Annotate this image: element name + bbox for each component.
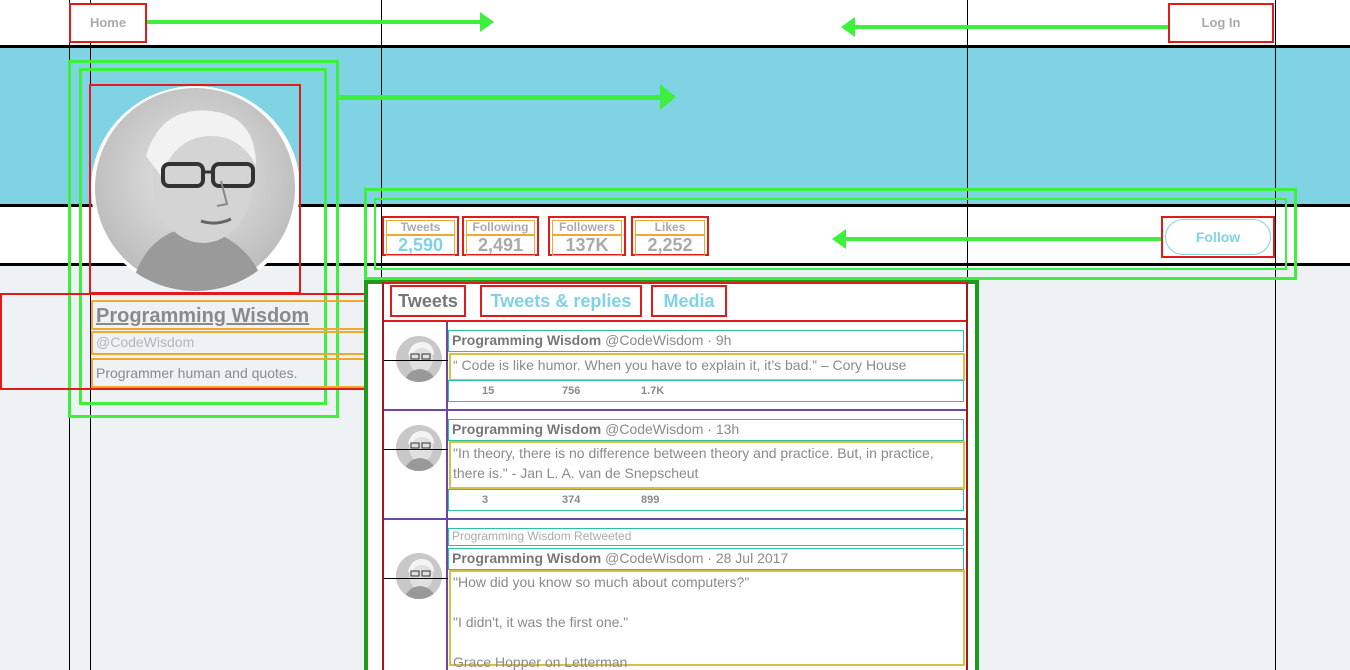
portrait-avatar-icon (396, 553, 442, 599)
stat-value: 2,590 (386, 235, 455, 256)
tweet-time[interactable]: · 28 Jul 2017 (707, 550, 788, 566)
reply-count[interactable]: 3 (482, 494, 488, 506)
stat-followers[interactable]: Followers 137K (548, 216, 626, 256)
tweet-author[interactable]: Programming Wisdom (452, 550, 601, 566)
arrow-head-right (480, 12, 494, 32)
tweet-header: Programming Wisdom @CodeWisdom · 28 Jul … (448, 548, 964, 570)
tweet-actions: 15 756 1.7K (448, 380, 964, 402)
stat-value: 2,252 (635, 235, 705, 256)
tab-tweets-replies[interactable]: Tweets & replies (480, 285, 642, 317)
retweet-note[interactable]: Programming Wisdom Retweeted (448, 528, 964, 546)
like-count[interactable]: 899 (641, 494, 659, 506)
arrow-head-left (841, 17, 855, 37)
tweet-text: "In theory, there is no difference betwe… (449, 441, 965, 489)
retweet-count[interactable]: 756 (562, 385, 580, 397)
stat-label: Following (466, 220, 535, 235)
reply-count[interactable]: 15 (482, 385, 494, 397)
annotation-arrow (147, 20, 482, 24)
tweet-actions: 3 374 899 (448, 489, 964, 511)
tweet-avatar-line (384, 360, 448, 361)
portrait-avatar-icon (396, 425, 442, 471)
stat-value: 2,491 (466, 235, 535, 256)
tweet-header: Programming Wisdom @CodeWisdom · 9h (448, 330, 964, 352)
tweet-handle[interactable]: @CodeWisdom (605, 421, 703, 437)
portrait-avatar-icon (396, 336, 442, 382)
stat-following[interactable]: Following 2,491 (462, 216, 539, 256)
follow-button[interactable]: Follow (1165, 219, 1271, 255)
arrow-head-right (660, 84, 676, 110)
tweet-header: Programming Wisdom @CodeWisdom · 13h (448, 419, 964, 441)
tweet-handle[interactable]: @CodeWisdom (605, 332, 703, 348)
stat-label: Followers (552, 220, 622, 235)
stat-value: 137K (552, 235, 622, 256)
retweet-count[interactable]: 374 (562, 494, 580, 506)
tweet-avatar[interactable] (396, 425, 442, 471)
stat-likes[interactable]: Likes 2,252 (631, 216, 709, 256)
divider-top (0, 45, 1350, 48)
tweet[interactable]: Programming Wisdom Retweeted Programming… (384, 520, 966, 670)
tweet-time[interactable]: · 13h (707, 421, 739, 437)
login-button[interactable]: Log In (1168, 3, 1274, 43)
stat-label: Tweets (386, 220, 455, 235)
tab-media[interactable]: Media (651, 285, 727, 317)
like-count[interactable]: 1.7K (641, 385, 664, 397)
profile-bio: Programmer human and quotes. (91, 358, 378, 388)
tweet[interactable]: Programming Wisdom @CodeWisdom · 13h "In… (384, 411, 966, 520)
tweet-avatar[interactable] (396, 336, 442, 382)
stat-tweets[interactable]: Tweets 2,590 (382, 216, 459, 256)
tweet-avatar-line (384, 449, 448, 450)
stat-label: Likes (635, 220, 705, 235)
tweet-text: “ Code is like humor. When you have to e… (449, 353, 965, 381)
profile-handle[interactable]: @CodeWisdom (91, 331, 378, 355)
tweet-author[interactable]: Programming Wisdom (452, 332, 601, 348)
home-link[interactable]: Home (69, 3, 147, 43)
tweet-avatar-line (384, 578, 448, 579)
tweet-author[interactable]: Programming Wisdom (452, 421, 601, 437)
tab-tweets[interactable]: Tweets (390, 285, 466, 317)
grid-line (1275, 0, 1276, 670)
tweet-time[interactable]: · 9h (707, 332, 731, 348)
profile-name[interactable]: Programming Wisdom (91, 300, 378, 330)
tweet[interactable]: Programming Wisdom @CodeWisdom · 9h “ Co… (384, 322, 966, 411)
tweet-avatar[interactable] (396, 553, 442, 599)
tweet-handle[interactable]: @CodeWisdom (605, 550, 703, 566)
avatar-outline (89, 84, 301, 294)
annotation-arrow (855, 25, 1168, 29)
annotation-arrow (338, 95, 663, 100)
tweet-text: "How did you know so much about computer… (449, 570, 965, 670)
